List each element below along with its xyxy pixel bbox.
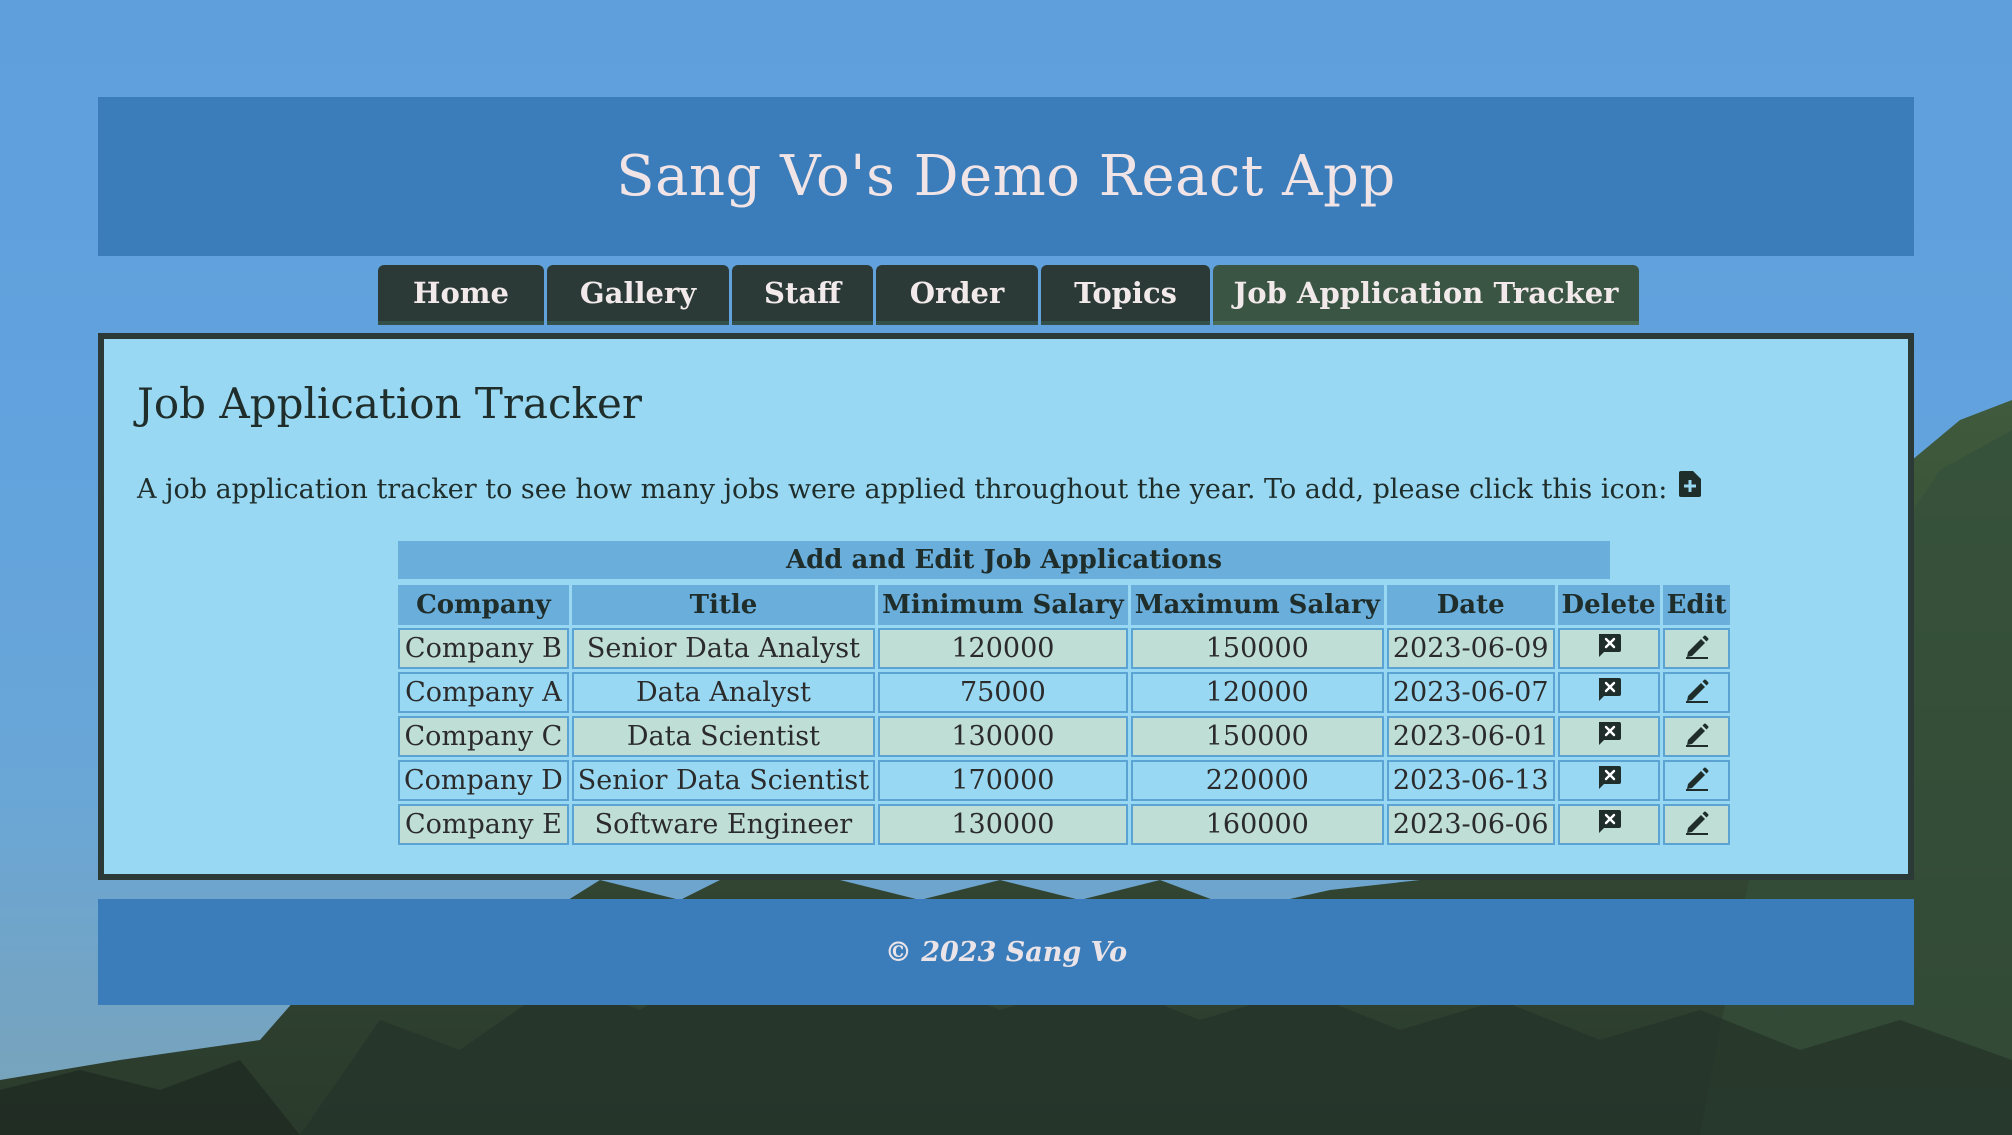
cell-delete <box>1557 804 1660 845</box>
col-header-max-salary: Maximum Salary <box>1130 585 1384 625</box>
tab-order[interactable]: Order <box>876 265 1038 325</box>
col-header-company: Company <box>398 585 569 625</box>
table-row: Company D Senior Data Scientist 170000 2… <box>398 760 1731 801</box>
description-text: A job application tracker to see how man… <box>137 474 1668 505</box>
col-header-min-salary: Minimum Salary <box>878 585 1128 625</box>
cell-max-salary: 160000 <box>1130 804 1384 845</box>
cell-max-salary: 150000 <box>1130 628 1384 669</box>
copyright-text: © 2023 Sang Vo <box>884 936 1128 968</box>
cell-min-salary: 130000 <box>878 804 1128 845</box>
cell-delete <box>1557 716 1660 757</box>
cell-title: Data Analyst <box>571 672 876 713</box>
delete-icon[interactable] <box>1596 721 1622 747</box>
table-row: Company A Data Analyst 75000 120000 2023… <box>398 672 1731 713</box>
cell-date: 2023-06-13 <box>1386 760 1555 801</box>
table-row: Company C Data Scientist 130000 150000 2… <box>398 716 1731 757</box>
cell-delete <box>1557 628 1660 669</box>
delete-icon[interactable] <box>1596 809 1622 835</box>
tab-topics[interactable]: Topics <box>1041 265 1210 325</box>
cell-date: 2023-06-06 <box>1386 804 1555 845</box>
pencil-icon[interactable] <box>1684 765 1710 791</box>
pencil-icon[interactable] <box>1684 677 1710 703</box>
tab-home[interactable]: Home <box>378 265 544 325</box>
cell-title: Data Scientist <box>571 716 876 757</box>
page-description: A job application tracker to see how man… <box>137 470 1702 505</box>
pencil-icon[interactable] <box>1684 809 1710 835</box>
cell-edit <box>1662 760 1731 801</box>
content-panel: Job Application Tracker A job applicatio… <box>98 333 1914 880</box>
file-plus-icon[interactable] <box>1679 470 1702 497</box>
cell-company: Company B <box>398 628 569 669</box>
col-header-delete: Delete <box>1557 585 1660 625</box>
cell-title: Senior Data Scientist <box>571 760 876 801</box>
delete-icon[interactable] <box>1596 677 1622 703</box>
cell-title: Software Engineer <box>571 804 876 845</box>
app-footer: © 2023 Sang Vo <box>98 899 1914 1005</box>
cell-max-salary: 120000 <box>1130 672 1384 713</box>
col-header-title: Title <box>571 585 876 625</box>
cell-delete <box>1557 760 1660 801</box>
cell-date: 2023-06-07 <box>1386 672 1555 713</box>
tab-gallery[interactable]: Gallery <box>547 265 729 325</box>
cell-min-salary: 170000 <box>878 760 1128 801</box>
cell-min-salary: 130000 <box>878 716 1128 757</box>
cell-company: Company C <box>398 716 569 757</box>
applications-grid: Company Title Minimum Salary Maximum Sal… <box>395 582 1733 848</box>
col-header-edit: Edit <box>1662 585 1731 625</box>
cell-min-salary: 120000 <box>878 628 1128 669</box>
main-nav: Home Gallery Staff Order Topics Job Appl… <box>378 265 1642 325</box>
table-row: Company B Senior Data Analyst 120000 150… <box>398 628 1731 669</box>
cell-title: Senior Data Analyst <box>571 628 876 669</box>
app-header: Sang Vo's Demo React App <box>98 97 1914 256</box>
delete-icon[interactable] <box>1596 633 1622 659</box>
table-header-row: Company Title Minimum Salary Maximum Sal… <box>398 585 1731 625</box>
cell-company: Company A <box>398 672 569 713</box>
page-heading: Job Application Tracker <box>137 379 642 428</box>
job-applications-table: Add and Edit Job Applications Company Ti… <box>398 541 1731 848</box>
table-caption: Add and Edit Job Applications <box>398 541 1610 579</box>
cell-date: 2023-06-09 <box>1386 628 1555 669</box>
col-header-date: Date <box>1386 585 1555 625</box>
cell-edit <box>1662 804 1731 845</box>
cell-company: Company E <box>398 804 569 845</box>
pencil-icon[interactable] <box>1684 633 1710 659</box>
cell-edit <box>1662 628 1731 669</box>
cell-max-salary: 220000 <box>1130 760 1384 801</box>
tab-staff[interactable]: Staff <box>732 265 873 325</box>
delete-icon[interactable] <box>1596 765 1622 791</box>
table-row: Company E Software Engineer 130000 16000… <box>398 804 1731 845</box>
cell-edit <box>1662 716 1731 757</box>
cell-edit <box>1662 672 1731 713</box>
cell-min-salary: 75000 <box>878 672 1128 713</box>
app-title: Sang Vo's Demo React App <box>616 144 1396 209</box>
cell-company: Company D <box>398 760 569 801</box>
tab-job-application-tracker[interactable]: Job Application Tracker <box>1213 265 1639 325</box>
cell-delete <box>1557 672 1660 713</box>
cell-date: 2023-06-01 <box>1386 716 1555 757</box>
pencil-icon[interactable] <box>1684 721 1710 747</box>
cell-max-salary: 150000 <box>1130 716 1384 757</box>
